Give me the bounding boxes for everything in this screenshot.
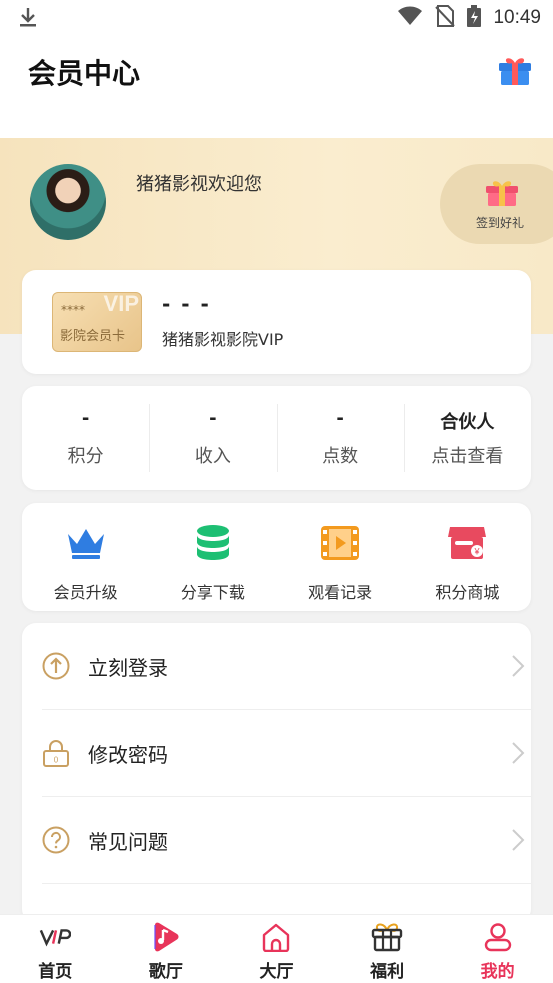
tab-label: 大厅 [259,962,294,982]
battery-icon [467,5,482,31]
status-icons: 10:49 [397,5,541,31]
stat-value: - [336,408,344,429]
shop-icon: ¥ [445,521,489,565]
chevron-right-icon [511,828,525,856]
tab-label: 福利 [370,962,405,982]
badge-label: 影院会员卡 [60,329,126,344]
login-icon [42,652,70,680]
no-sim-icon [435,5,456,31]
menu-item-login[interactable]: 立刻登录 [42,623,531,710]
wifi-icon [397,6,423,30]
tab-mine[interactable]: 我的 [442,915,553,983]
vip-icon [39,921,72,953]
greeting-text: 猪猪影视欢迎您 [136,174,262,195]
settings-menu: 立刻登录 0 修改密码 常见问题 [22,623,531,923]
stat-value: - [209,408,217,429]
menu-item-label: 立刻登录 [88,656,168,680]
stats-panel: - 积分 - 收入 - 点数 合伙人 点击查看 [22,386,531,490]
svg-text:¥: ¥ [474,547,481,557]
stat-label: 点数 [322,446,359,467]
question-icon [42,826,70,854]
chevron-right-icon [511,741,525,769]
shortcut-vip-upgrade[interactable]: 会员升级 [22,503,149,611]
tab-karaoke[interactable]: 歌厅 [111,915,222,983]
badge-vip-text: VIP [103,292,139,316]
stat-income[interactable]: - 收入 [149,386,276,490]
shortcut-points-mall[interactable]: ¥ 积分商城 [404,503,531,611]
lock-icon: 0 [42,739,70,767]
chevron-right-icon [511,654,525,682]
stat-value: - [81,408,90,429]
member-name: - - - [162,292,211,316]
checkin-button[interactable]: 签到好礼 [440,164,553,244]
menu-item-change-password[interactable]: 0 修改密码 [42,710,531,797]
svg-text:0: 0 [54,756,59,765]
menu-item-faq[interactable]: 常见问题 [42,797,531,884]
shortcut-label: 会员升级 [53,583,118,602]
crown-icon [64,521,108,565]
tab-label: 歌厅 [148,962,183,982]
tab-welfare[interactable]: 福利 [332,915,443,983]
vip-card[interactable]: **** VIP 影院会员卡 - - - 猪猪影视影院VIP [22,270,531,374]
checkin-label: 签到好礼 [476,216,525,230]
menu-item-label: 修改密码 [88,743,168,767]
tab-hall[interactable]: 大厅 [221,915,332,983]
gift-icon[interactable] [497,54,533,90]
stat-value: 合伙人 [440,412,495,433]
shortcut-label: 分享下载 [180,583,245,602]
user-icon [482,921,514,953]
shortcut-label: 观看记录 [308,583,373,602]
database-icon [191,521,235,565]
stat-label: 点击查看 [431,446,504,467]
shortcut-share-download[interactable]: 分享下载 [149,503,276,611]
vip-card-badge: **** VIP 影院会员卡 [52,292,142,352]
stat-points[interactable]: - 积分 [22,386,149,490]
music-icon [150,921,182,953]
tab-label: 首页 [38,962,73,982]
gift-icon [484,176,520,212]
stat-credits[interactable]: - 点数 [276,386,404,490]
tab-home[interactable]: 首页 [0,915,111,983]
stat-label: 收入 [194,446,231,467]
shortcut-watch-history[interactable]: 观看记录 [277,503,404,611]
shortcut-label: 积分商城 [435,583,500,602]
badge-stars: **** [61,303,85,317]
bottom-tab-bar: 首页 歌厅 大厅 福利 我的 [0,914,553,983]
status-bar: 10:49 [0,0,553,36]
stat-label: 积分 [67,446,104,467]
avatar[interactable] [30,164,106,240]
tab-label: 我的 [480,962,515,982]
home-icon [260,921,292,953]
clock: 10:49 [493,7,541,28]
gift-icon [371,921,403,953]
page-title: 会员中心 [28,57,141,90]
download-icon [18,6,38,32]
header: 会员中心 [0,36,553,138]
stat-partner[interactable]: 合伙人 点击查看 [403,386,531,490]
menu-item-label: 常见问题 [88,830,168,854]
member-subtitle: 猪猪影视影院VIP [162,330,284,349]
shortcuts-panel: 会员升级 分享下载 观看记录 ¥ 积分商城 [22,503,531,611]
film-icon [318,521,362,565]
